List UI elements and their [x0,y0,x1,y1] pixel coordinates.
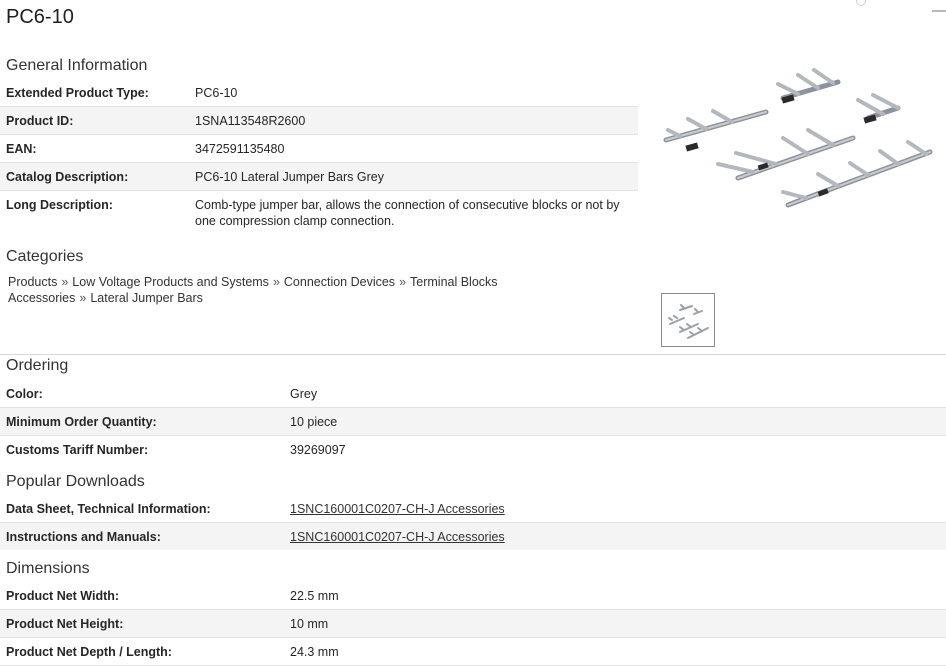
breadcrumb-separator: » [399,275,407,289]
row-value: 3472591135480 [189,134,638,163]
breadcrumb: Products» Low Voltage Products and System… [8,274,618,306]
row-key: Product Net Depth / Length: [0,637,284,666]
jumper-bars-illustration [663,68,933,208]
general-info-heading: General Information [6,57,148,74]
section-divider [0,354,946,355]
breadcrumb-item[interactable]: Lateral Jumper Bars [90,291,203,305]
general-info-table: Extended Product Type: PC6-10 Product ID… [0,79,638,239]
breadcrumb-separator: » [272,275,280,289]
row-value: 24.3 mm [284,637,946,666]
ordering-heading: Ordering [6,357,69,374]
breadcrumb-item[interactable]: Low Voltage Products and Systems [72,275,269,289]
row-value: 10 piece [284,407,946,436]
row-key: EAN: [0,134,189,163]
decorative-circle [856,0,866,6]
table-row: Product ID: 1SNA113548R2600 [0,106,638,135]
row-value: 39269097 [290,442,346,457]
breadcrumb-item[interactable]: Products [8,275,57,289]
row-key: Product ID: [0,106,189,135]
thumbnail-image [668,304,709,339]
ordering-table: Color: Grey Minimum Order Quantity: 10 p… [0,380,946,463]
row-key: Product Net Height: [0,609,284,638]
row-value: 10 mm [284,609,946,638]
downloads-heading: Popular Downloads [6,473,145,490]
row-value: 1SNC160001C0207-CH-J Accessories [284,495,946,523]
row-key: Customs Tariff Number: [6,442,149,457]
row-key: Color: [0,380,284,408]
breadcrumb-item[interactable]: Connection Devices [284,275,395,289]
dimensions-heading: Dimensions [6,560,90,577]
breadcrumb-separator: » [61,275,69,289]
row-key: Product Net Width: [0,582,284,610]
row-key: Instructions and Manuals: [0,522,284,550]
row-value: PC6-10 [189,79,638,107]
row-key: Minimum Order Quantity: [0,407,284,436]
table-row: Product Net Width: 22.5 mm [0,582,946,610]
table-row: Extended Product Type: PC6-10 [0,79,638,107]
table-row: Catalog Description: PC6-10 Lateral Jump… [0,162,638,191]
dimensions-table: Product Net Width: 22.5 mm Product Net H… [0,582,946,666]
table-row: EAN: 3472591135480 [0,134,638,163]
table-row: Customs Tariff Number: 39269097 [0,436,946,464]
categories-heading: Categories [6,248,84,265]
product-thumbnail[interactable] [661,293,715,347]
downloads-table: Data Sheet, Technical Information: 1SNC1… [0,495,946,550]
row-value: PC6-10 Lateral Jumper Bars Grey [189,162,638,191]
breadcrumb-separator: » [79,291,87,305]
row-key: Extended Product Type: [0,79,189,107]
row-key: Catalog Description: [0,162,189,191]
table-row: Product Net Depth / Length: 24.3 mm [0,637,946,666]
minimize-icon[interactable] [932,10,946,12]
table-row: Minimum Order Quantity: 10 piece [0,407,946,436]
row-value: 1SNA113548R2600 [189,106,638,135]
table-row: Data Sheet, Technical Information: 1SNC1… [0,495,946,523]
download-link[interactable]: 1SNC160001C0207-CH-J Accessories [290,502,505,516]
row-value: Comb-type jumper bar, allows the connect… [195,198,620,228]
row-key: Data Sheet, Technical Information: [0,495,284,523]
table-row: Long Description: Comb-type jumper bar, … [0,191,638,240]
table-row: Product Net Height: 10 mm [0,609,946,638]
page-title: PC6-10 [6,6,74,28]
product-image [663,68,933,208]
download-link[interactable]: 1SNC160001C0207-CH-J Accessories [290,530,505,544]
table-row: Instructions and Manuals: 1SNC160001C020… [0,522,946,550]
row-value: 1SNC160001C0207-CH-J Accessories [284,522,946,550]
row-key: Long Description: [6,198,113,212]
row-value: Grey [284,380,946,408]
row-value: 22.5 mm [284,582,946,610]
table-row: Color: Grey [0,380,946,408]
